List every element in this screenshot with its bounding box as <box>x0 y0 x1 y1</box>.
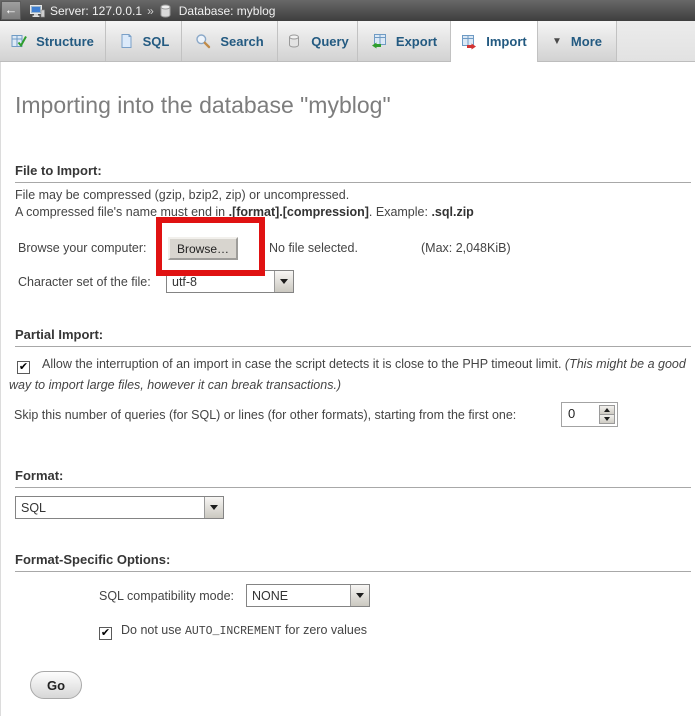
sql-compat-select[interactable]: NONE <box>246 584 370 607</box>
tab-search-label: Search <box>220 34 263 49</box>
dropdown-arrow-icon[interactable] <box>274 271 293 292</box>
page-title: Importing into the database "myblog" <box>15 92 391 119</box>
section-partial-import: Partial Import: <box>15 327 691 347</box>
tab-more[interactable]: ▼ More <box>538 21 617 61</box>
tab-search[interactable]: Search <box>182 21 278 61</box>
tab-query[interactable]: Query <box>278 21 358 61</box>
tab-import[interactable]: Import <box>451 21 538 62</box>
no-file-selected-text: No file selected. <box>269 241 358 255</box>
sql-icon <box>118 33 134 49</box>
skip-label: Skip this number of queries (for SQL) or… <box>14 408 516 422</box>
tab-bar: Structure SQL Search Query Export <box>0 21 695 62</box>
max-size-text: (Max: 2,048KiB) <box>421 241 511 255</box>
section-format-options: Format-Specific Options: <box>15 552 691 572</box>
section-file-to-import: File to Import: <box>15 163 691 183</box>
interrupt-label: Allow the interruption of an import in c… <box>42 357 565 371</box>
search-icon <box>195 33 211 49</box>
spinner-up-icon[interactable] <box>600 406 614 414</box>
zero-values-label-suffix: for zero values <box>282 623 367 637</box>
zero-values-label-prefix: Do not use <box>121 623 185 637</box>
charset-select[interactable]: utf-8 <box>166 270 294 293</box>
tab-bar-filler <box>617 21 695 61</box>
breadcrumb-database[interactable]: Database: myblog <box>179 4 276 18</box>
structure-icon <box>11 33 27 49</box>
dropdown-arrow-icon[interactable] <box>350 585 369 606</box>
breadcrumb-bar: ← Server: 127.0.0.1 » Database: myblog <box>0 0 695 21</box>
import-icon <box>461 34 477 50</box>
zero-values-checkbox[interactable]: ✔ <box>99 627 112 640</box>
format-select[interactable]: SQL <box>15 496 224 519</box>
charset-select-value: utf-8 <box>167 275 274 289</box>
tab-export[interactable]: Export <box>358 21 451 61</box>
go-button[interactable]: Go <box>30 671 82 699</box>
tab-more-label: More <box>571 34 602 49</box>
tab-export-label: Export <box>396 34 437 49</box>
tab-import-label: Import <box>486 34 526 49</box>
compression-hint-line2: A compressed file's name must end in .[f… <box>15 205 474 219</box>
charset-label: Character set of the file: <box>18 275 151 289</box>
server-icon <box>30 4 45 18</box>
skip-queries-value: 0 <box>564 405 599 424</box>
format-select-value: SQL <box>16 501 204 515</box>
phpmyadmin-import-page: ← Server: 127.0.0.1 » Database: myblog S… <box>0 0 695 716</box>
skip-queries-input[interactable]: 0 <box>561 402 618 427</box>
back-button[interactable]: ← <box>1 1 21 20</box>
main-content: Importing into the database "myblog" Fil… <box>0 62 695 716</box>
breadcrumb-server[interactable]: Server: 127.0.0.1 <box>50 4 142 18</box>
compression-hint-line1: File may be compressed (gzip, bzip2, zip… <box>15 188 349 202</box>
tab-sql-label: SQL <box>143 34 170 49</box>
query-icon <box>286 33 302 49</box>
interrupt-checkbox[interactable]: ✔ <box>17 361 30 374</box>
interrupt-paragraph: ✔ Allow the interruption of an import in … <box>9 354 689 396</box>
sql-compat-select-value: NONE <box>247 589 350 603</box>
spinner-down-icon[interactable] <box>600 414 614 423</box>
tab-structure[interactable]: Structure <box>0 21 106 61</box>
sql-compat-label: SQL compatibility mode: <box>99 589 234 603</box>
tab-structure-label: Structure <box>36 34 94 49</box>
dropdown-arrow-icon[interactable] <box>204 497 223 518</box>
section-format: Format: <box>15 468 691 488</box>
zero-values-row: ✔ Do not use AUTO_INCREMENT for zero valu… <box>99 623 367 640</box>
tab-query-label: Query <box>311 34 349 49</box>
browse-button[interactable]: Browse… <box>168 237 238 260</box>
database-icon <box>159 4 174 18</box>
chevron-down-icon: ▼ <box>552 36 562 47</box>
browse-label: Browse your computer: <box>18 241 147 255</box>
zero-values-code: AUTO_INCREMENT <box>185 625 282 638</box>
breadcrumb-separator: » <box>147 4 154 18</box>
spinner-buttons <box>599 405 615 424</box>
export-icon <box>371 33 387 49</box>
tab-sql[interactable]: SQL <box>106 21 182 61</box>
breadcrumb: Server: 127.0.0.1 » Database: myblog <box>30 4 275 18</box>
